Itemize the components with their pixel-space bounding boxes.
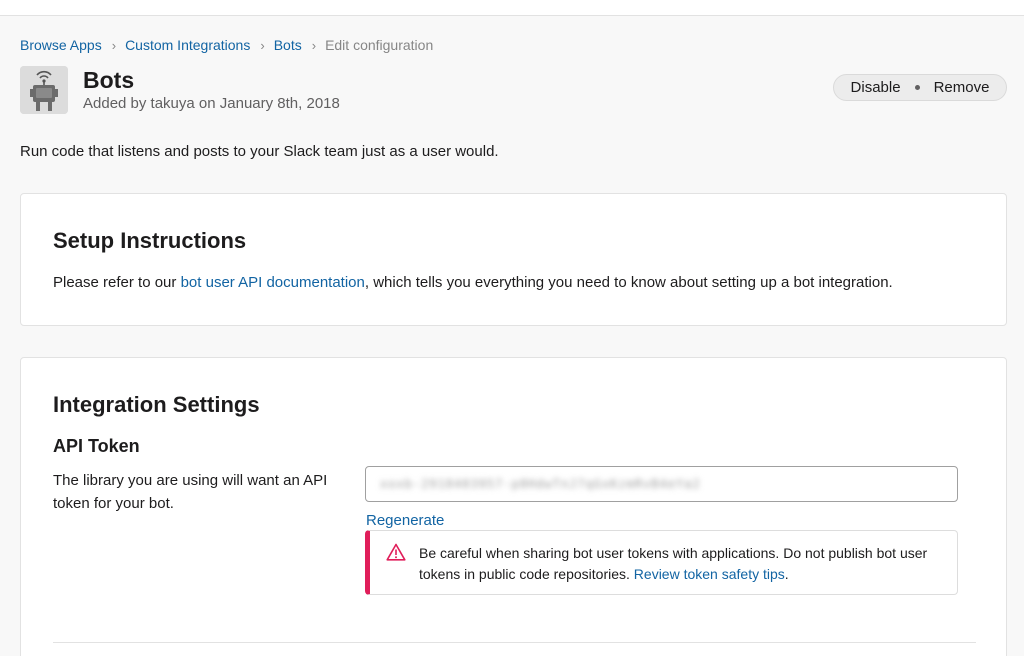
separator-dot bbox=[914, 85, 920, 90]
setup-text-before: Please refer to our bbox=[53, 274, 181, 291]
breadcrumb: Browse Apps › Custom Integrations › Bots… bbox=[20, 37, 433, 53]
api-token-value: xoxb-2918403957-p8HdwTnJ7qGxKzmRvB4eYa2 bbox=[380, 477, 701, 491]
breadcrumb-separator: › bbox=[311, 37, 317, 53]
app-description: Run code that listens and posts to your … bbox=[20, 143, 499, 160]
integration-settings-card: Integration Settings API Token The libra… bbox=[20, 357, 1007, 656]
api-token-label: API Token bbox=[53, 436, 140, 456]
divider bbox=[53, 642, 976, 643]
disable-button[interactable]: Disable bbox=[851, 79, 901, 96]
breadcrumb-separator: › bbox=[260, 37, 265, 53]
bot-api-docs-link[interactable]: bot user API documentation bbox=[181, 274, 365, 291]
page-title: Bots bbox=[83, 67, 135, 93]
warning-icon bbox=[386, 543, 406, 566]
setup-text-after: , which tells you everything you need to… bbox=[364, 274, 893, 291]
breadcrumb-custom-integrations[interactable]: Custom Integrations bbox=[125, 37, 250, 53]
setup-title: Setup Instructions bbox=[53, 228, 247, 253]
api-token-field[interactable]: xoxb-2918403957-p8HdwTnJ7qGxKzmRvB4eYa2 bbox=[365, 466, 958, 502]
setup-instructions-card: Setup Instructions Please refer to our b… bbox=[20, 193, 1007, 326]
remove-button[interactable]: Remove bbox=[934, 79, 990, 96]
setup-text: Please refer to our bot user API documen… bbox=[53, 274, 893, 291]
breadcrumb-bots[interactable]: Bots bbox=[274, 37, 302, 53]
robot-icon bbox=[20, 66, 68, 114]
token-safety-tips-link[interactable]: Review token safety tips bbox=[634, 566, 785, 582]
api-token-description: The library you are using will want an A… bbox=[53, 472, 328, 512]
settings-title: Integration Settings bbox=[53, 392, 260, 417]
warning-period: . bbox=[784, 566, 789, 582]
breadcrumb-separator: › bbox=[111, 37, 117, 53]
warning-text: Be careful when sharing bot user tokens … bbox=[419, 543, 949, 585]
regenerate-link[interactable]: Regenerate bbox=[366, 512, 444, 529]
added-by-text: Added by takuya on January 8th, 2018 bbox=[83, 95, 340, 112]
token-warning: Be careful when sharing bot user tokens … bbox=[365, 530, 958, 595]
breadcrumb-browse-apps[interactable]: Browse Apps bbox=[20, 37, 102, 53]
top-bar bbox=[0, 0, 1024, 16]
breadcrumb-current: Edit configuration bbox=[325, 37, 434, 53]
action-pill: Disable Remove bbox=[833, 74, 1007, 101]
